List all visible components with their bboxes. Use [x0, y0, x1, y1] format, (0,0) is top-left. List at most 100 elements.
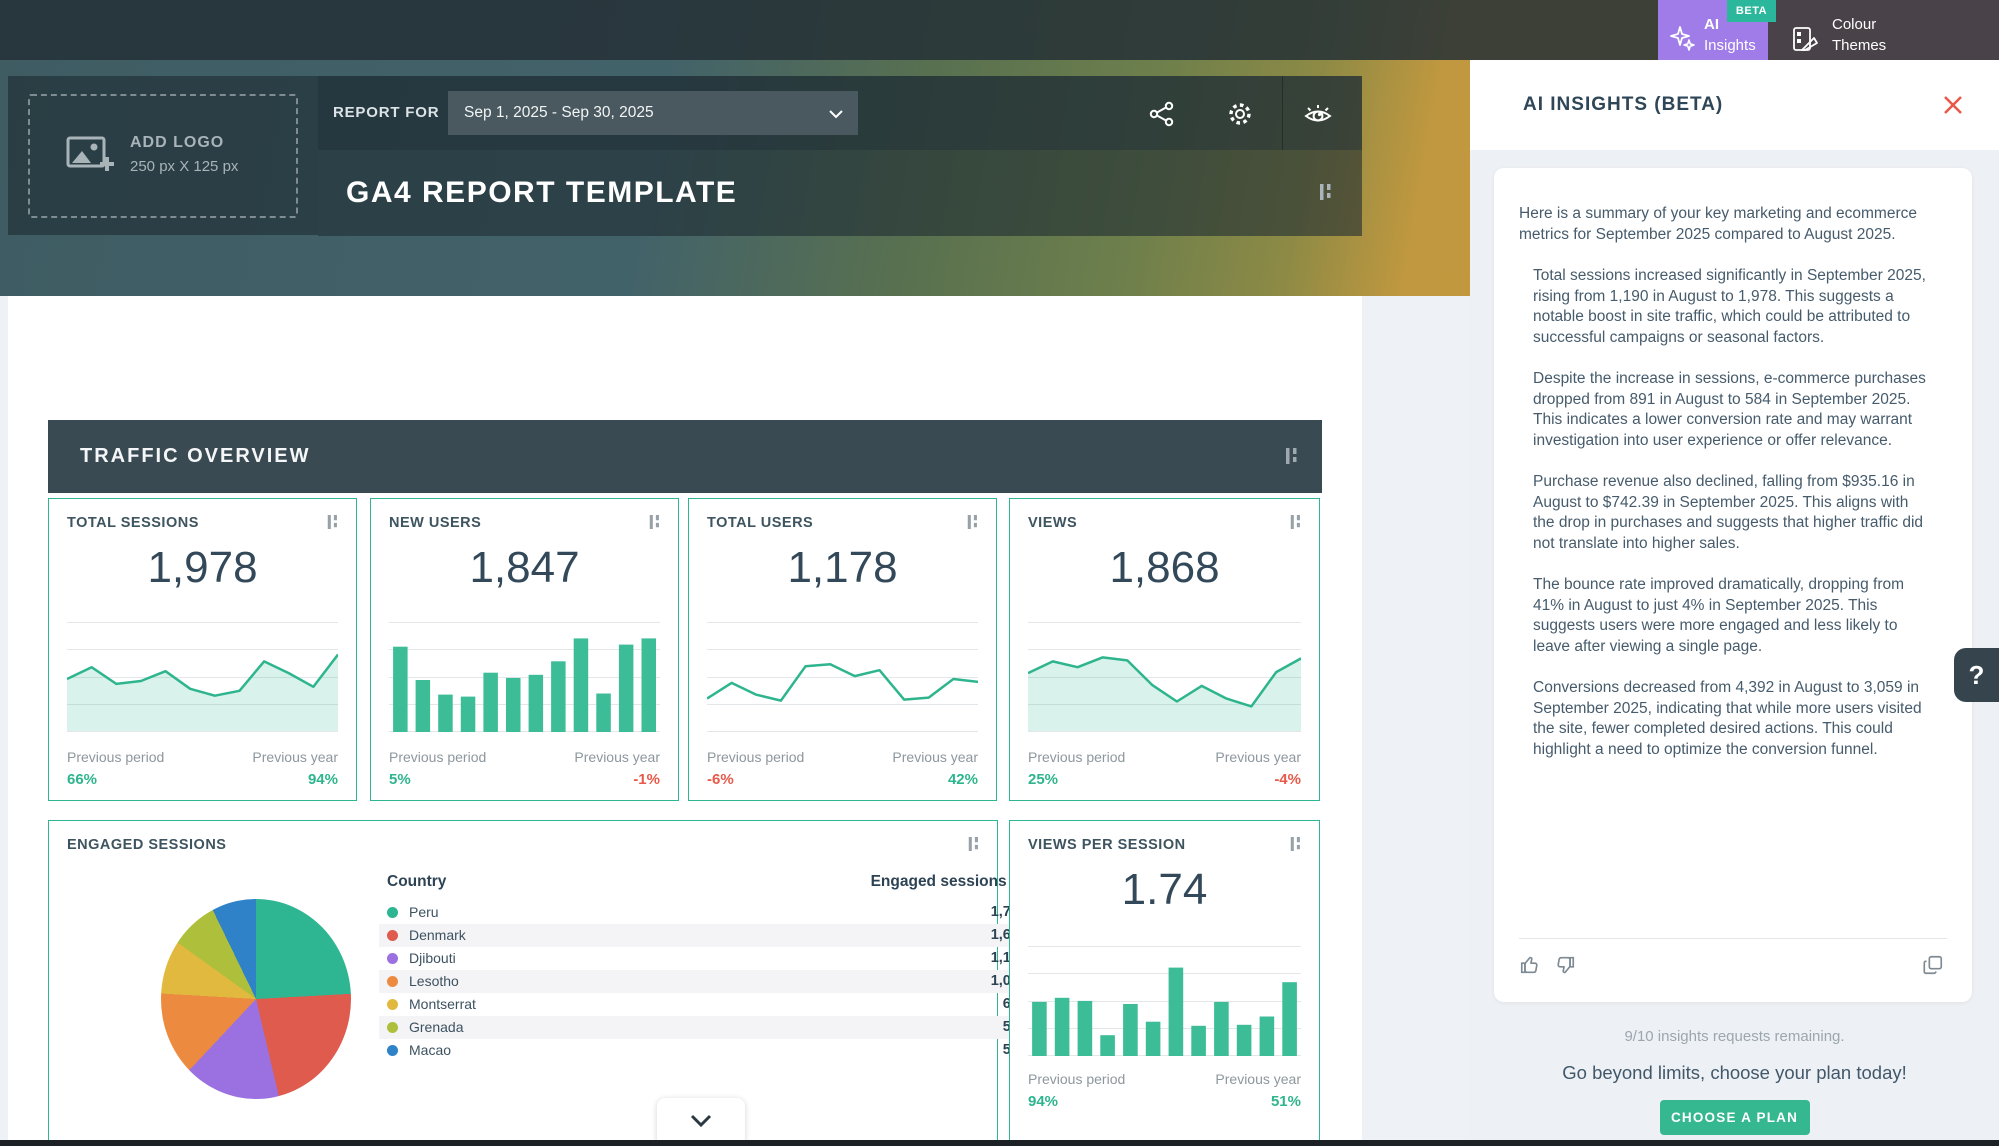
expand-report-button[interactable]: [657, 1098, 745, 1146]
table-row: Grenada581: [379, 1016, 1035, 1039]
preview-eye-button[interactable]: [1302, 100, 1334, 128]
views-sparkline: [1028, 622, 1301, 732]
copy-button[interactable]: [1922, 954, 1944, 976]
total-sessions-sparkline: [67, 622, 338, 732]
section-title: TRAFFIC OVERVIEW: [80, 420, 311, 493]
table-row: Djibouti1,156: [379, 947, 1035, 970]
share-button[interactable]: [1148, 100, 1176, 128]
widget-drag-handle-icon[interactable]: [1289, 835, 1303, 858]
close-icon[interactable]: [1941, 93, 1965, 117]
table-row: Peru1,782: [379, 901, 1035, 924]
prev-period-label: Previous period: [707, 749, 804, 765]
ai-panel-header: AI INSIGHTS (BETA): [1470, 60, 1999, 150]
report-for-label: REPORT FOR: [333, 76, 439, 150]
legend-dot: [387, 930, 398, 941]
legend-dot: [387, 907, 398, 918]
prev-year-label: Previous year: [892, 749, 978, 765]
kpi-title: TOTAL SESSIONS: [67, 515, 199, 531]
ai-summary-text: Here is a summary of your key marketing …: [1519, 204, 1933, 781]
widget-drag-handle-icon[interactable]: [648, 513, 662, 536]
prev-period-label: Previous period: [1028, 1071, 1125, 1087]
widget-drag-handle-icon[interactable]: [326, 513, 340, 536]
chevron-down-icon: [828, 109, 844, 119]
table-row: Lesotho1,029: [379, 970, 1035, 993]
add-logo-label: ADD LOGO: [130, 134, 224, 152]
ai-insights-label-line2: Insights: [1704, 37, 1756, 54]
prev-year-change: -4%: [1274, 771, 1301, 788]
prev-period-change: -6%: [707, 771, 734, 788]
engaged-sessions-table: Country Engaged sessions Peru1,782 Denma…: [379, 871, 1035, 1062]
colour-themes-label-line2: Themes: [1832, 37, 1886, 54]
thumbs-up-button[interactable]: [1519, 954, 1541, 976]
settings-gear-button[interactable]: [1226, 100, 1254, 128]
traffic-overview-section-header: TRAFFIC OVERVIEW: [48, 420, 1322, 493]
help-button[interactable]: ?: [1954, 648, 1999, 702]
kpi-value: 1,847: [371, 543, 678, 593]
ai-insights-label-line1: AI: [1704, 16, 1719, 33]
prev-period-change: 25%: [1028, 771, 1058, 788]
choose-a-plan-button[interactable]: CHOOSE A PLAN: [1660, 1100, 1810, 1135]
prev-period-change: 5%: [389, 771, 411, 788]
kpi-title: VIEWS: [1028, 515, 1077, 531]
requests-remaining-text: 9/10 insights requests remaining.: [1470, 1028, 1999, 1045]
legend-dot: [387, 953, 398, 964]
engaged-sessions-title: ENGAGED SESSIONS: [67, 837, 226, 853]
message-divider: [1519, 938, 1947, 939]
toolbar-divider: [1282, 76, 1283, 150]
prev-period-label: Previous period: [389, 749, 486, 765]
kpi-value: 1.74: [1010, 865, 1319, 915]
kpi-title: TOTAL USERS: [707, 515, 813, 531]
table-row: Macao532: [379, 1039, 1035, 1062]
prev-year-change: 42%: [948, 771, 978, 788]
column-header-engaged-sessions-sort[interactable]: Engaged sessions: [871, 873, 1029, 891]
report-control-bar: REPORT FOR Sep 1, 2025 - Sep 30, 2025: [318, 76, 1362, 150]
add-logo-dropzone[interactable]: ADD LOGO 250 px X 125 px: [28, 94, 298, 218]
kpi-card-total-users: TOTAL USERS 1,178 Previous period Previo…: [688, 498, 997, 801]
widget-drag-handle-icon[interactable]: [967, 835, 981, 858]
kpi-value: 1,978: [49, 543, 356, 593]
logo-panel: ADD LOGO 250 px X 125 px: [8, 76, 318, 235]
report-title: GA4 REPORT TEMPLATE: [346, 150, 737, 236]
date-range-value: Sep 1, 2025 - Sep 30, 2025: [464, 104, 654, 121]
prev-year-change: 94%: [308, 771, 338, 788]
image-placeholder-icon: [64, 130, 116, 187]
chevron-down-icon: [690, 1114, 712, 1127]
prev-year-label: Previous year: [1215, 749, 1301, 765]
views-per-session-card: VIEWS PER SESSION 1.74 Previous period P…: [1009, 820, 1320, 1146]
section-drag-handle-icon[interactable]: [1284, 446, 1300, 471]
prev-period-change: 94%: [1028, 1093, 1058, 1110]
widget-drag-handle-icon[interactable]: [966, 513, 980, 536]
prev-year-label: Previous year: [574, 749, 660, 765]
ai-message-card: Here is a summary of your key marketing …: [1494, 168, 1972, 1002]
table-row: Montserrat665: [379, 993, 1035, 1016]
prev-period-label: Previous period: [67, 749, 164, 765]
widget-drag-handle-icon[interactable]: [1289, 513, 1303, 536]
legend-dot: [387, 1022, 398, 1033]
column-header-country: Country: [387, 873, 446, 891]
legend-dot: [387, 1045, 398, 1056]
kpi-card-total-sessions: TOTAL SESSIONS 1,978 Previous period Pre…: [48, 498, 357, 801]
colour-themes-icon: [1790, 24, 1820, 59]
prev-year-label: Previous year: [1215, 1071, 1301, 1087]
legend-dot: [387, 976, 398, 987]
app-window: AI Insights BETA Colour Themes: [0, 0, 1999, 1146]
legend-dot: [387, 999, 398, 1010]
date-range-select[interactable]: Sep 1, 2025 - Sep 30, 2025: [448, 91, 858, 135]
kpi-title: VIEWS PER SESSION: [1028, 837, 1186, 853]
thumbs-down-button[interactable]: [1554, 954, 1576, 976]
colour-themes-label-line1: Colour: [1832, 16, 1876, 33]
total-users-sparkline: [707, 622, 978, 732]
views-per-session-sparkline: [1028, 946, 1301, 1056]
sparkles-icon: [1668, 24, 1698, 59]
kpi-value: 1,868: [1010, 543, 1319, 593]
prev-year-change: -1%: [633, 771, 660, 788]
beta-badge: BETA: [1727, 0, 1776, 22]
kpi-value: 1,178: [689, 543, 996, 593]
kpi-card-new-users: NEW USERS 1,847 Previous period Previous…: [370, 498, 679, 801]
window-bottom-edge: [0, 1140, 1999, 1146]
kpi-title: NEW USERS: [389, 515, 481, 531]
kpi-card-views: VIEWS 1,868 Previous period Previous yea…: [1009, 498, 1320, 801]
ai-insights-panel: AI INSIGHTS (BETA) Here is a summary of …: [1470, 60, 1999, 1146]
prev-year-change: 51%: [1271, 1093, 1301, 1110]
title-drag-handle-icon[interactable]: [1318, 182, 1334, 207]
